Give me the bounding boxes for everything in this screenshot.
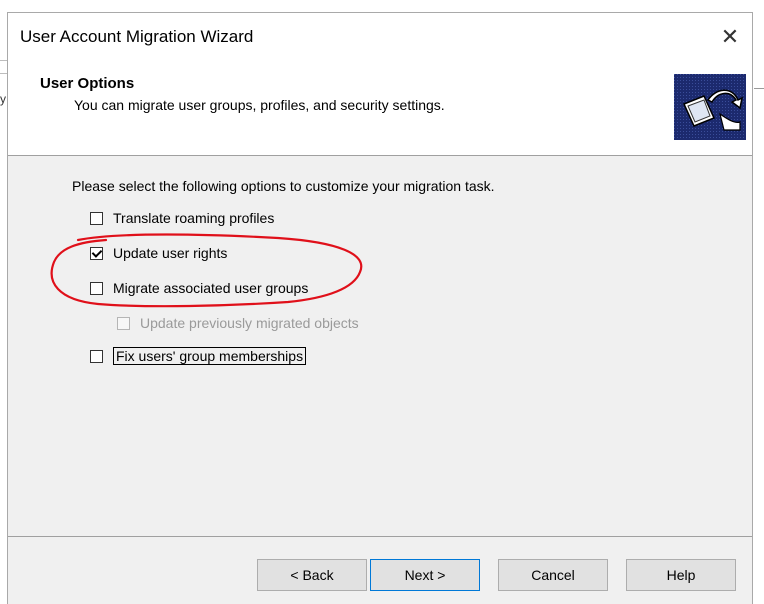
option-label: Fix users' group memberships bbox=[113, 347, 307, 365]
background-text-fragment: y bbox=[0, 92, 6, 106]
option-update-user-rights[interactable]: Update user rights bbox=[90, 245, 227, 261]
help-button[interactable]: Help bbox=[626, 559, 736, 591]
option-label: Update previously migrated objects bbox=[140, 315, 359, 331]
wizard-header: User Options You can migrate user groups… bbox=[8, 59, 752, 156]
page-title: User Options bbox=[40, 75, 135, 92]
option-fix-users-group-memberships[interactable]: Fix users' group memberships bbox=[90, 347, 307, 365]
migration-wizard-icon bbox=[674, 74, 746, 140]
options-panel: Please select the following options to c… bbox=[8, 156, 752, 536]
instruction-text: Please select the following options to c… bbox=[72, 178, 495, 194]
option-translate-roaming-profiles[interactable]: Translate roaming profiles bbox=[90, 210, 274, 226]
fix-users-group-memberships-checkbox[interactable] bbox=[90, 349, 103, 363]
translate-roaming-profiles-checkbox[interactable] bbox=[90, 211, 103, 225]
option-update-previously-migrated-objects: Update previously migrated objects bbox=[117, 315, 359, 331]
background-window-line bbox=[754, 88, 764, 89]
title-bar: User Account Migration Wizard ✕ bbox=[8, 13, 752, 59]
update-previously-migrated-objects-checkbox bbox=[117, 316, 130, 330]
migration-wizard-dialog: User Account Migration Wizard ✕ User Opt… bbox=[7, 12, 753, 604]
close-button[interactable]: ✕ bbox=[714, 23, 746, 53]
migrate-associated-user-groups-checkbox[interactable] bbox=[90, 281, 103, 295]
back-button[interactable]: < Back bbox=[257, 559, 367, 591]
update-user-rights-checkbox[interactable] bbox=[90, 246, 103, 260]
option-label: Translate roaming profiles bbox=[113, 210, 275, 226]
option-label: Update user rights bbox=[113, 245, 228, 261]
window-title: User Account Migration Wizard bbox=[20, 27, 254, 46]
option-migrate-associated-user-groups[interactable]: Migrate associated user groups bbox=[90, 280, 308, 296]
option-label: Migrate associated user groups bbox=[113, 280, 309, 296]
cancel-button[interactable]: Cancel bbox=[498, 559, 608, 591]
page-subtitle: You can migrate user groups, profiles, a… bbox=[74, 97, 445, 113]
footer-separator bbox=[8, 536, 752, 537]
next-button[interactable]: Next > bbox=[370, 559, 480, 591]
